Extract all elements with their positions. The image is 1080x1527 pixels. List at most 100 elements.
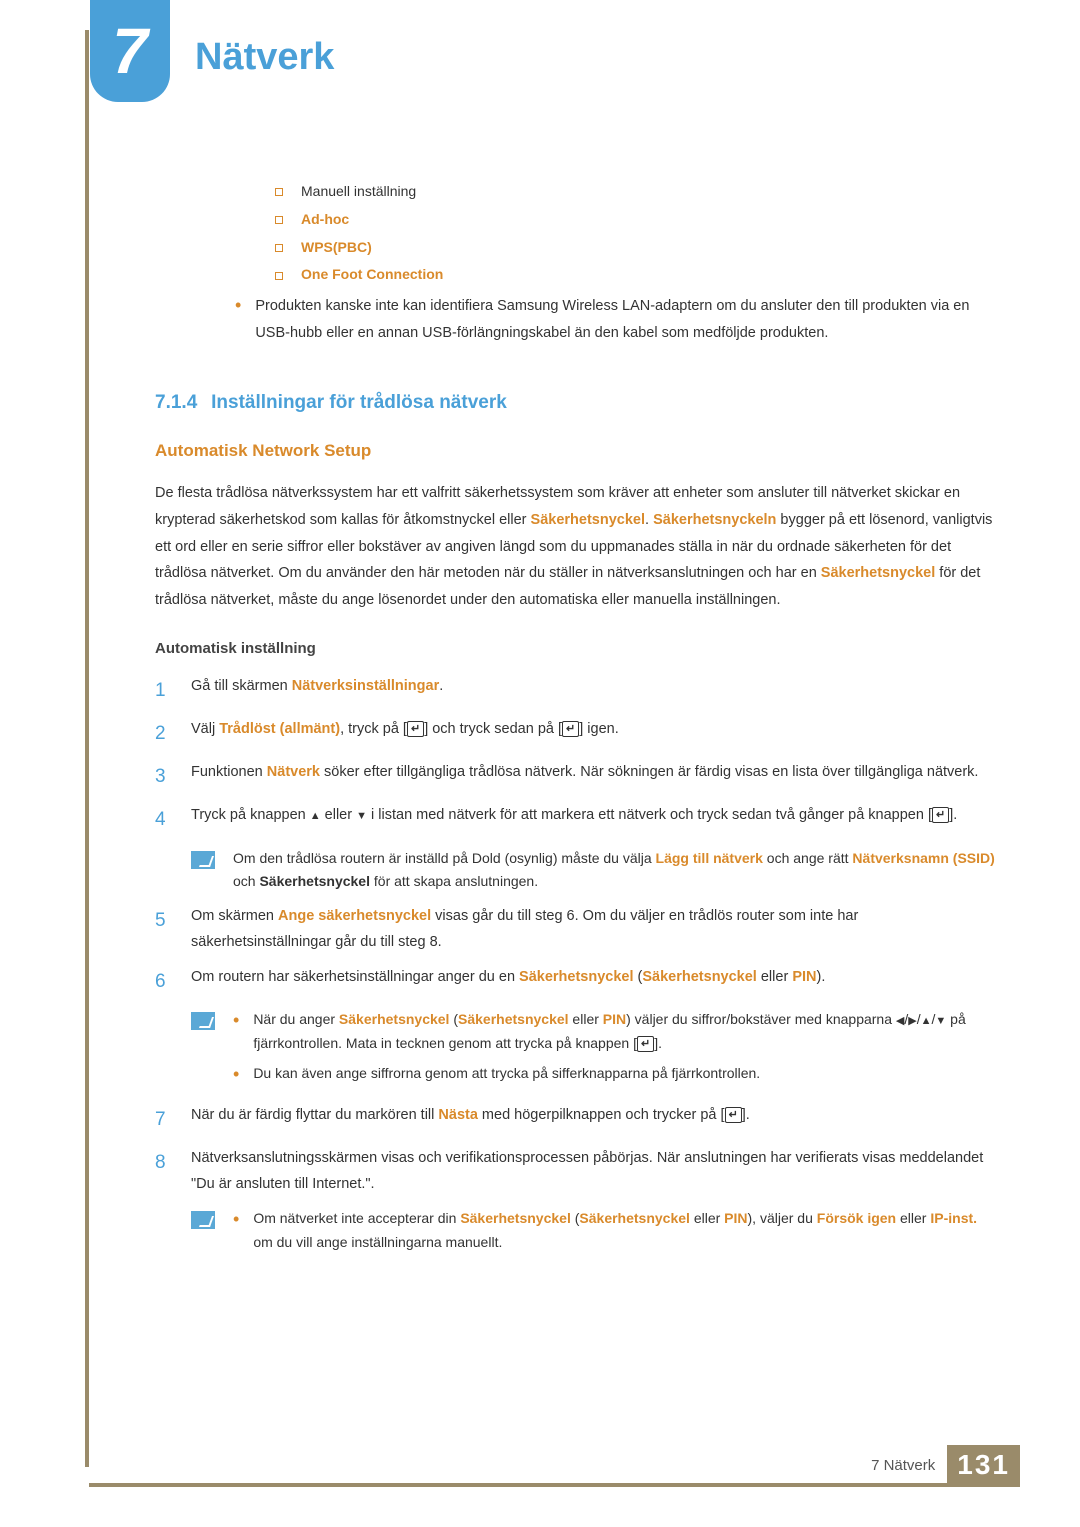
step-body: Nätverksanslutningsskärmen visas och ver…: [191, 1146, 1000, 1197]
option-label: Ad-hoc: [301, 211, 349, 227]
chapter-number: 7: [112, 14, 148, 88]
note-text: • Om nätverket inte accepterar din Säker…: [233, 1207, 1000, 1261]
section-heading: 7.1.4 Inställningar för trådlösa nätverk: [155, 387, 1000, 419]
step-item: 8 Nätverksanslutningsskärmen visas och v…: [155, 1146, 1000, 1197]
dot-bullet-icon: •: [233, 1008, 239, 1056]
text: När du är färdig flyttar du markören til…: [191, 1107, 438, 1123]
note-block: • Om nätverket inte accepterar din Säker…: [155, 1207, 1000, 1261]
text: ].: [742, 1107, 750, 1123]
paragraph: De flesta trådlösa nätverkssystem har et…: [155, 480, 1000, 614]
text: i listan med nätverk för att markera ett…: [367, 807, 932, 823]
section-title: Inställningar för trådlösa nätverk: [211, 392, 507, 413]
step-body: Gå till skärmen Nätverksinställningar.: [191, 674, 1000, 707]
option-item: Manuell inställning: [275, 180, 1000, 204]
arrow-up-icon: [310, 807, 321, 823]
text: .: [645, 512, 653, 528]
step-body: Om skärmen Ange säkerhetsnyckel visas gå…: [191, 904, 1000, 955]
page-number: 131: [947, 1445, 1020, 1485]
enter-icon: ↵: [562, 721, 579, 737]
step-number: 4: [155, 803, 191, 836]
page-footer: 7 Nätverk 131: [871, 1445, 1020, 1485]
step-item: 6 Om routern har säkerhetsinställningar …: [155, 965, 1000, 998]
text: eller: [757, 969, 792, 985]
option-label: Manuell inställning: [301, 183, 416, 199]
option-list: Manuell inställning Ad-hoc WPS(PBC) One …: [275, 180, 1000, 287]
text: och ange rätt: [763, 850, 853, 866]
step-item: 1 Gå till skärmen Nätverksinställningar.: [155, 674, 1000, 707]
section-number: 7.1.4: [155, 392, 197, 413]
square-bullet-icon: [275, 188, 283, 196]
step-item: 3 Funktionen Nätverk söker efter tillgän…: [155, 760, 1000, 793]
step-item: 2 Välj Trådlöst (allmänt), tryck på [↵] …: [155, 717, 1000, 750]
arrow-down-icon: [935, 1011, 946, 1027]
text: eller: [569, 1011, 603, 1027]
note-icon: [191, 1211, 215, 1229]
highlight: Säkerhetsnyckel: [458, 1011, 569, 1027]
note-icon: [191, 1012, 215, 1030]
step-body: Tryck på knappen eller i listan med nätv…: [191, 803, 1000, 836]
note-icon: [191, 851, 215, 869]
option-item: Ad-hoc: [275, 208, 1000, 232]
text: Om routern har säkerhetsinställningar an…: [191, 969, 519, 985]
text: Gå till skärmen: [191, 678, 292, 694]
step-number: 1: [155, 674, 191, 707]
highlight: Nätverk: [267, 764, 320, 780]
step-body: När du är färdig flyttar du markören til…: [191, 1103, 1000, 1136]
text: för att skapa anslutningen.: [370, 873, 538, 889]
chapter-tab: 7: [90, 0, 170, 102]
option-label: One Foot Connection: [301, 266, 443, 282]
note-block: Om den trådlösa routern är inställd på D…: [155, 847, 1000, 895]
enter-icon: ↵: [932, 807, 949, 823]
enter-icon: ↵: [407, 721, 424, 737]
text: eller: [321, 807, 356, 823]
step-number: 8: [155, 1146, 191, 1197]
dot-bullet-icon: •: [233, 1062, 239, 1087]
highlight: PIN: [603, 1011, 626, 1027]
square-bullet-icon: [275, 272, 283, 280]
highlight: IP-inst.: [930, 1210, 977, 1226]
highlight: PIN: [724, 1210, 747, 1226]
text: Om nätverket inte accepterar din: [253, 1210, 460, 1226]
text: Om skärmen: [191, 908, 278, 924]
highlight: Trådlöst (allmänt): [219, 721, 340, 737]
highlight: Säkerhetsnyckel: [460, 1210, 571, 1226]
side-border: [85, 30, 89, 1467]
step-number: 3: [155, 760, 191, 793]
highlight: Säkerhetsnyckeln: [653, 512, 776, 528]
text: eller: [896, 1210, 930, 1226]
highlight: Nätverksnamn (SSID): [852, 850, 994, 866]
highlight: Nätverksinställningar: [292, 678, 439, 694]
step-body: Funktionen Nätverk söker efter tillgängl…: [191, 760, 1000, 793]
text: , tryck på [: [340, 721, 407, 737]
step-number: 7: [155, 1103, 191, 1136]
dot-bullet-icon: •: [233, 1207, 239, 1255]
arrow-right-icon: [908, 1011, 916, 1027]
highlight: Säkerhetsnyckel: [519, 969, 633, 985]
highlight: Säkerhetsnyckel: [339, 1011, 450, 1027]
highlight: PIN: [792, 969, 816, 985]
option-item: One Foot Connection: [275, 263, 1000, 287]
arrow-left-icon: [896, 1011, 904, 1027]
footer-label: 7 Nätverk: [871, 1457, 935, 1474]
text: med högerpilknappen och trycker på [: [478, 1107, 725, 1123]
text: ] och tryck sedan på [: [424, 721, 562, 737]
text: .: [439, 678, 443, 694]
text: Tryck på knappen: [191, 807, 310, 823]
info-bullet: • Produkten kanske inte kan identifiera …: [235, 293, 1000, 347]
step-item: 5 Om skärmen Ange säkerhetsnyckel visas …: [155, 904, 1000, 955]
page-content: Manuell inställning Ad-hoc WPS(PBC) One …: [155, 180, 1000, 1271]
square-bullet-icon: [275, 244, 283, 252]
step-item: 4 Tryck på knappen eller i listan med nä…: [155, 803, 1000, 836]
text: Välj: [191, 721, 219, 737]
text: om du vill ange inställningarna manuellt…: [253, 1234, 502, 1250]
bold-text: Säkerhetsnyckel: [259, 873, 370, 889]
info-text: Produkten kanske inte kan identifiera Sa…: [255, 293, 1000, 347]
highlight: Försök igen: [817, 1210, 896, 1226]
highlight: Säkerhetsnyckel: [579, 1210, 690, 1226]
subheading-dark: Automatisk inställning: [155, 636, 1000, 662]
note-text: • När du anger Säkerhetsnyckel (Säkerhet…: [233, 1008, 1000, 1093]
enter-icon: ↵: [637, 1036, 654, 1052]
highlight: Nästa: [438, 1107, 478, 1123]
text: När du anger: [253, 1011, 339, 1027]
step-item: 7 När du är färdig flyttar du markören t…: [155, 1103, 1000, 1136]
